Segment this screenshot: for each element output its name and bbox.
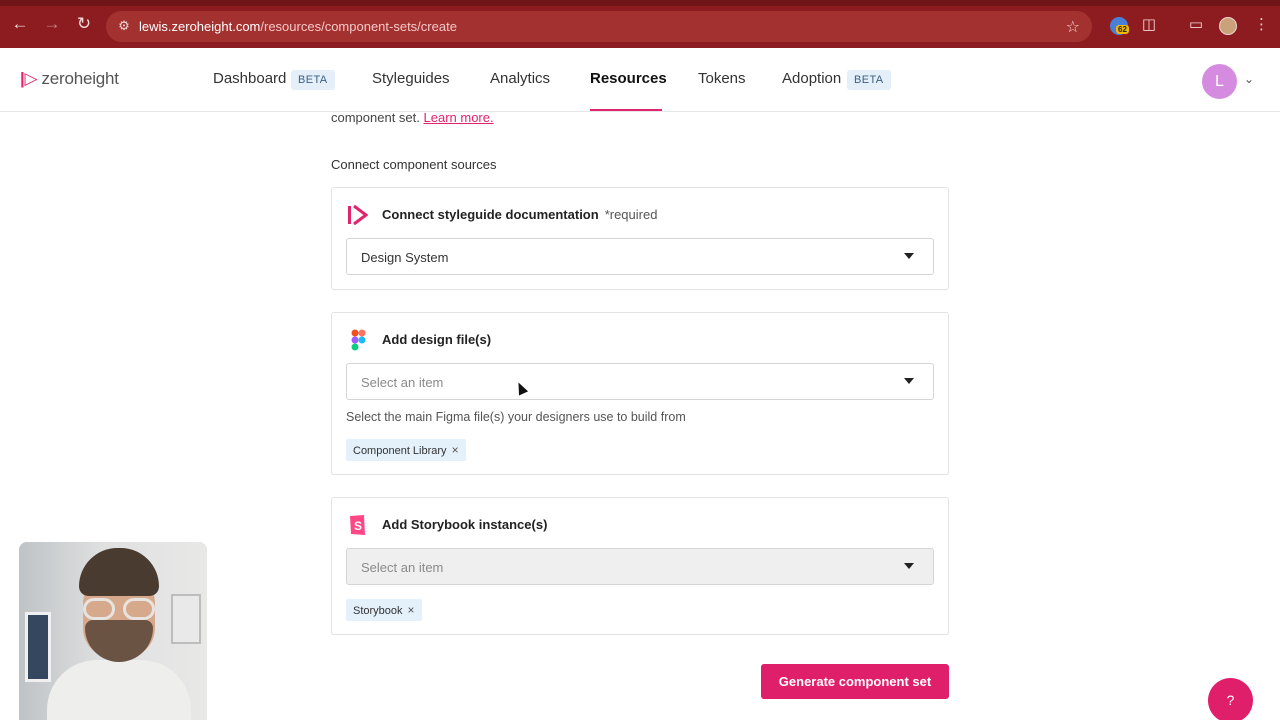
styleguide-select-value: Design System bbox=[361, 250, 449, 265]
chip-label: Storybook bbox=[353, 605, 403, 617]
cast-icon[interactable]: ▭ bbox=[1186, 16, 1206, 34]
remove-chip-icon[interactable]: × bbox=[452, 443, 459, 457]
svg-text:S: S bbox=[354, 519, 362, 533]
back-icon[interactable]: ← bbox=[10, 14, 30, 34]
required-label: *required bbox=[604, 207, 658, 222]
nav-tokens[interactable]: Tokens bbox=[698, 70, 746, 87]
design-select-placeholder: Select an item bbox=[361, 375, 444, 390]
design-helper-text: Select the main Figma file(s) your desig… bbox=[346, 410, 686, 424]
design-file-select[interactable]: Select an item bbox=[346, 363, 934, 400]
generate-component-set-button[interactable]: Generate component set bbox=[761, 664, 949, 699]
presenter-shirt bbox=[47, 660, 191, 720]
caret-down-icon bbox=[904, 563, 914, 569]
styleguide-title-text: Connect styleguide documentation bbox=[382, 207, 599, 222]
wall-picture-frame bbox=[25, 612, 51, 682]
address-bar[interactable]: ⚙ lewis.zeroheight.com/resources/compone… bbox=[106, 11, 1092, 42]
webcam-overlay bbox=[19, 542, 207, 720]
caret-down-icon bbox=[904, 378, 914, 384]
help-button[interactable]: ? bbox=[1208, 678, 1253, 720]
remove-chip-icon[interactable]: × bbox=[408, 603, 415, 617]
browser-menu-icon[interactable]: ⋮ bbox=[1254, 16, 1269, 34]
zeroheight-logo[interactable]: |▷ zeroheight bbox=[20, 69, 119, 89]
active-nav-indicator bbox=[590, 109, 662, 111]
zeroheight-logo-icon bbox=[348, 204, 368, 226]
nav-analytics[interactable]: Analytics bbox=[490, 70, 550, 87]
storybook-card-title: Add Storybook instance(s) bbox=[382, 517, 548, 532]
extension-icon[interactable]: 62 bbox=[1110, 17, 1129, 35]
chevron-down-icon[interactable]: ⌄ bbox=[1244, 72, 1254, 86]
glasses-lens bbox=[123, 598, 155, 620]
avatar[interactable]: L bbox=[1202, 64, 1237, 99]
address-url[interactable]: lewis.zeroheight.com/resources/component… bbox=[139, 19, 457, 34]
component-library-chip: Component Library × bbox=[346, 439, 466, 461]
dashboard-beta-badge: BETA bbox=[291, 70, 335, 90]
site-settings-icon[interactable]: ⚙ bbox=[116, 18, 132, 34]
adoption-beta-badge: BETA bbox=[847, 70, 891, 90]
learn-more-link[interactable]: Learn more. bbox=[424, 110, 494, 125]
browser-profile-icon[interactable] bbox=[1219, 17, 1237, 35]
browser-tab-strip bbox=[0, 0, 1280, 6]
logo-text: zeroheight bbox=[41, 69, 119, 88]
caret-down-icon bbox=[904, 253, 914, 259]
extension-badge-count: 62 bbox=[1116, 25, 1129, 34]
nav-adoption[interactable]: Adoption bbox=[782, 70, 841, 87]
storybook-icon: S bbox=[350, 515, 365, 535]
app-header: |▷ zeroheight Dashboard BETA Styleguides … bbox=[0, 48, 1280, 112]
forward-icon[interactable]: → bbox=[42, 14, 62, 34]
section-title: Connect component sources bbox=[331, 157, 497, 172]
browser-toolbar: ← → ↻ ⚙ lewis.zeroheight.com/resources/c… bbox=[0, 0, 1280, 48]
chip-label: Component Library bbox=[353, 445, 447, 457]
bookmark-star-icon[interactable]: ☆ bbox=[1066, 17, 1080, 37]
intro-sentence: component set. bbox=[331, 110, 420, 125]
figma-icon bbox=[351, 329, 366, 351]
design-file-card: Add design file(s) Select an item Select… bbox=[331, 312, 949, 475]
styleguide-card-title: Connect styleguide documentation *require… bbox=[382, 207, 657, 222]
styleguide-card: Connect styleguide documentation *require… bbox=[331, 187, 949, 290]
url-host: lewis.zeroheight.com bbox=[139, 19, 261, 34]
wall-picture-frame bbox=[171, 594, 201, 644]
storybook-select[interactable]: Select an item bbox=[346, 548, 934, 585]
design-card-title: Add design file(s) bbox=[382, 332, 492, 347]
glasses-lens bbox=[83, 598, 115, 620]
url-path: /resources/component-sets/create bbox=[260, 19, 457, 34]
storybook-chip: Storybook × bbox=[346, 599, 422, 621]
nav-resources[interactable]: Resources bbox=[590, 70, 667, 87]
intro-text: component set. Learn more. bbox=[331, 110, 494, 125]
zeroheight-mark-icon: |▷ bbox=[20, 69, 38, 88]
nav-dashboard[interactable]: Dashboard bbox=[213, 70, 286, 87]
storybook-select-placeholder: Select an item bbox=[361, 560, 444, 575]
nav-styleguides[interactable]: Styleguides bbox=[372, 70, 450, 87]
reload-icon[interactable]: ↻ bbox=[74, 14, 94, 34]
styleguide-select[interactable]: Design System bbox=[346, 238, 934, 275]
extensions-puzzle-icon[interactable]: ◫ bbox=[1140, 16, 1158, 34]
presenter-glasses bbox=[81, 598, 157, 620]
storybook-card: S Add Storybook instance(s) Select an it… bbox=[331, 497, 949, 635]
